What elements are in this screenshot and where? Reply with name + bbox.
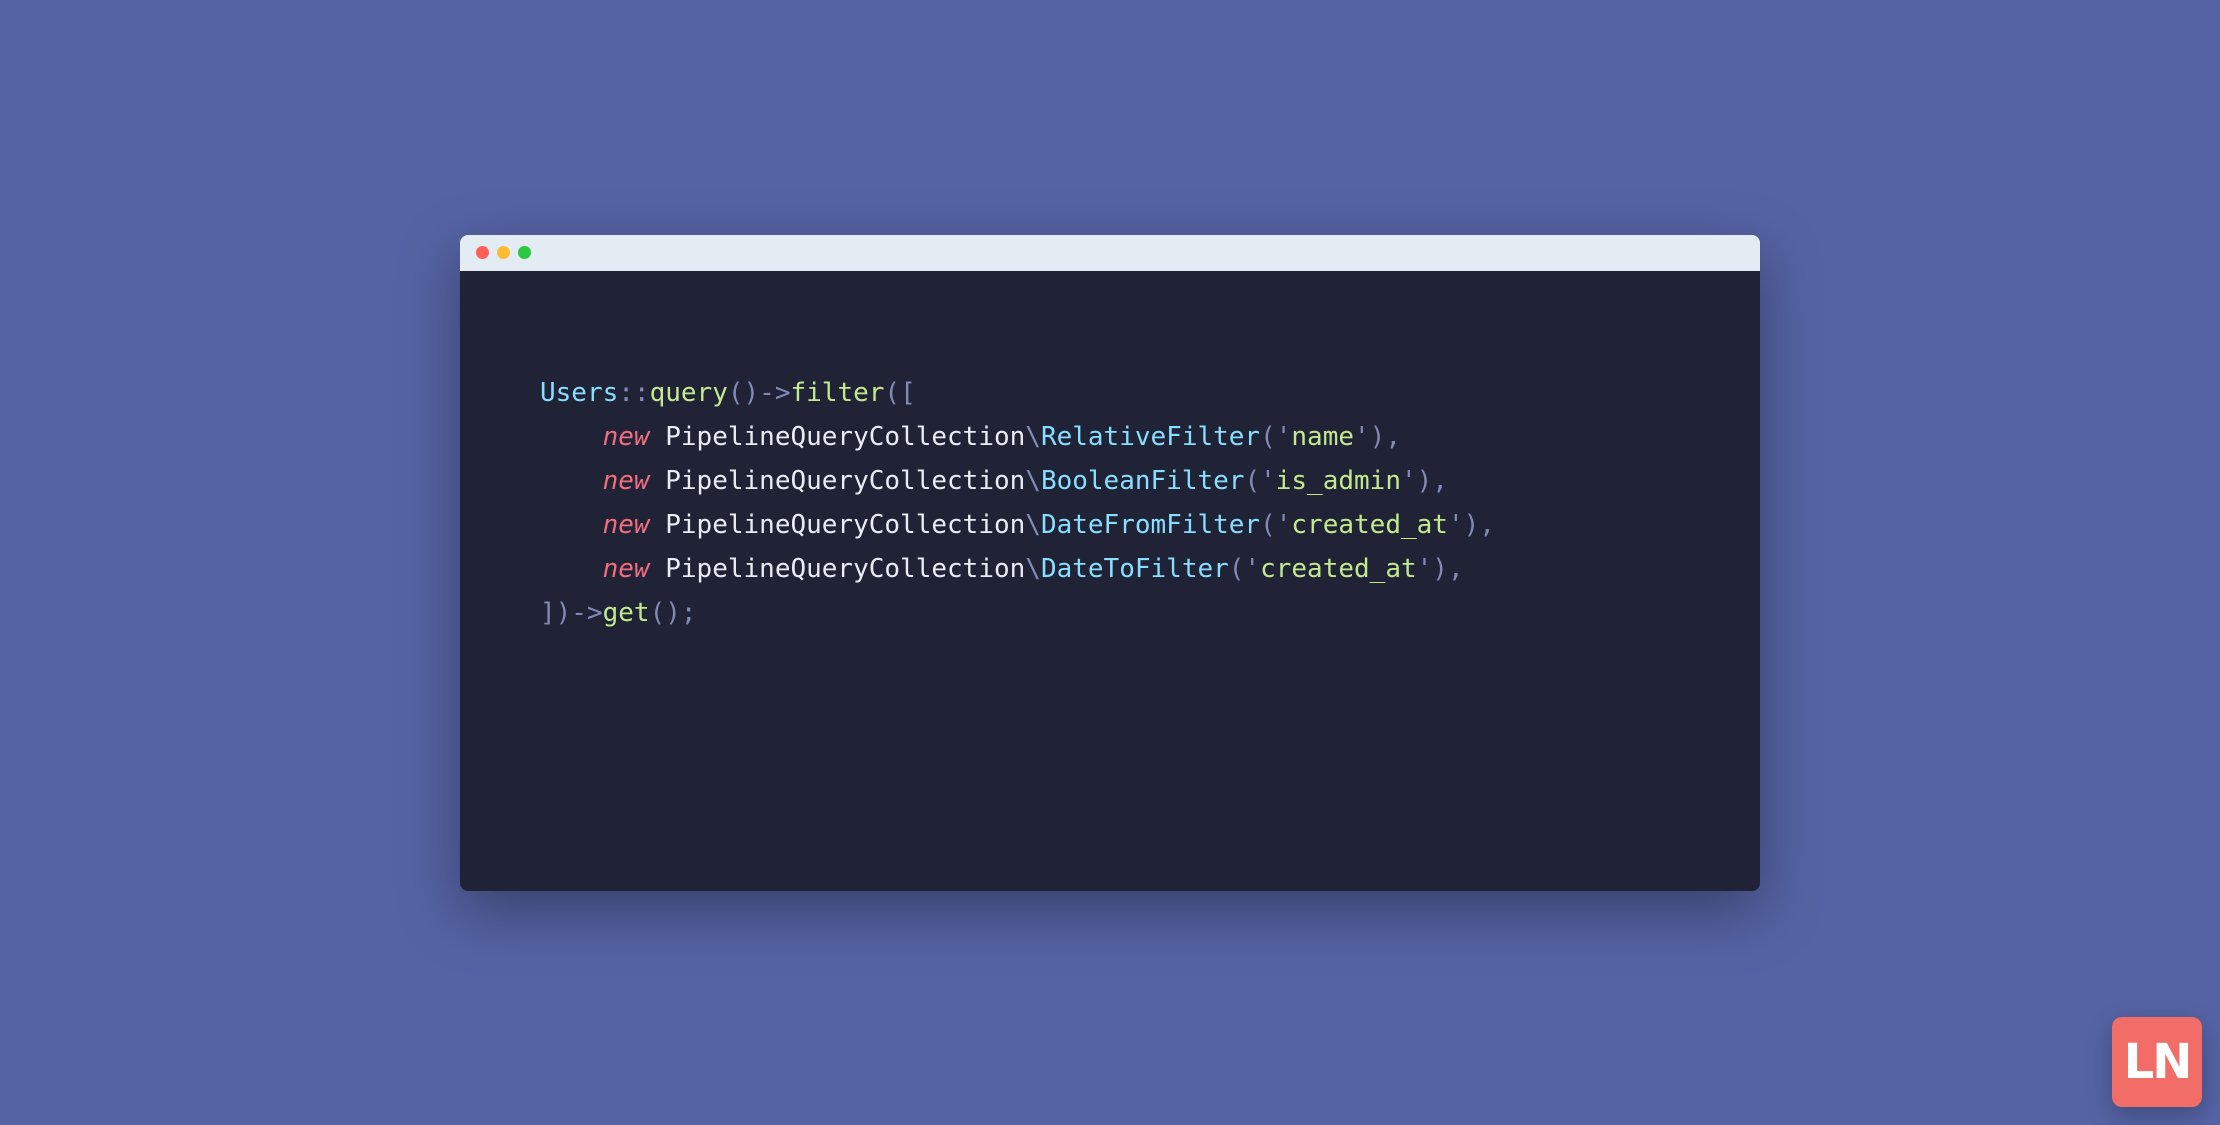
- token-operator: '),: [1448, 510, 1495, 540]
- token-operator: ])->: [540, 598, 603, 628]
- token-type: DateFromFilter: [1041, 510, 1260, 540]
- brand-logo-text: LN: [2124, 1034, 2191, 1090]
- token-operator: \: [1025, 510, 1041, 540]
- token-operator: ();: [650, 598, 697, 628]
- token-space: [650, 466, 666, 496]
- token-namespace: PipelineQueryCollection: [665, 554, 1025, 584]
- maximize-icon[interactable]: [518, 246, 531, 259]
- token-operator: \: [1025, 422, 1041, 452]
- token-indent: [540, 422, 603, 452]
- code-editor: Users::query()->filter([ new PipelineQue…: [460, 271, 1760, 891]
- window-titlebar: [460, 235, 1760, 271]
- token-keyword: new: [603, 422, 650, 452]
- token-function: get: [603, 598, 650, 628]
- token-operator: (': [1260, 422, 1291, 452]
- token-space: [650, 422, 666, 452]
- token-function: filter: [791, 378, 885, 408]
- minimize-icon[interactable]: [497, 246, 510, 259]
- token-operator: (': [1260, 510, 1291, 540]
- token-class: Users: [540, 378, 618, 408]
- token-operator: \: [1025, 466, 1041, 496]
- token-type: DateToFilter: [1041, 554, 1229, 584]
- token-space: [650, 554, 666, 584]
- token-indent: [540, 554, 603, 584]
- token-type: BooleanFilter: [1041, 466, 1245, 496]
- token-type: RelativeFilter: [1041, 422, 1260, 452]
- token-operator: (': [1229, 554, 1260, 584]
- token-function: query: [650, 378, 728, 408]
- token-string: name: [1291, 422, 1354, 452]
- token-operator: '),: [1401, 466, 1448, 496]
- token-operator: ::: [618, 378, 649, 408]
- token-keyword: new: [603, 510, 650, 540]
- token-operator: ([: [884, 378, 915, 408]
- code-block: Users::query()->filter([ new PipelineQue…: [540, 371, 1680, 636]
- token-operator: (': [1244, 466, 1275, 496]
- token-keyword: new: [603, 554, 650, 584]
- code-window: Users::query()->filter([ new PipelineQue…: [460, 235, 1760, 891]
- token-indent: [540, 510, 603, 540]
- token-operator: \: [1025, 554, 1041, 584]
- brand-logo: LN: [2112, 1017, 2202, 1107]
- close-icon[interactable]: [476, 246, 489, 259]
- token-keyword: new: [603, 466, 650, 496]
- token-namespace: PipelineQueryCollection: [665, 466, 1025, 496]
- token-string: is_admin: [1276, 466, 1401, 496]
- token-string: created_at: [1260, 554, 1417, 584]
- token-namespace: PipelineQueryCollection: [665, 510, 1025, 540]
- token-space: [650, 510, 666, 540]
- token-indent: [540, 466, 603, 496]
- token-namespace: PipelineQueryCollection: [665, 422, 1025, 452]
- token-operator: ()->: [728, 378, 791, 408]
- token-operator: '),: [1417, 554, 1464, 584]
- token-operator: '),: [1354, 422, 1401, 452]
- token-string: created_at: [1291, 510, 1448, 540]
